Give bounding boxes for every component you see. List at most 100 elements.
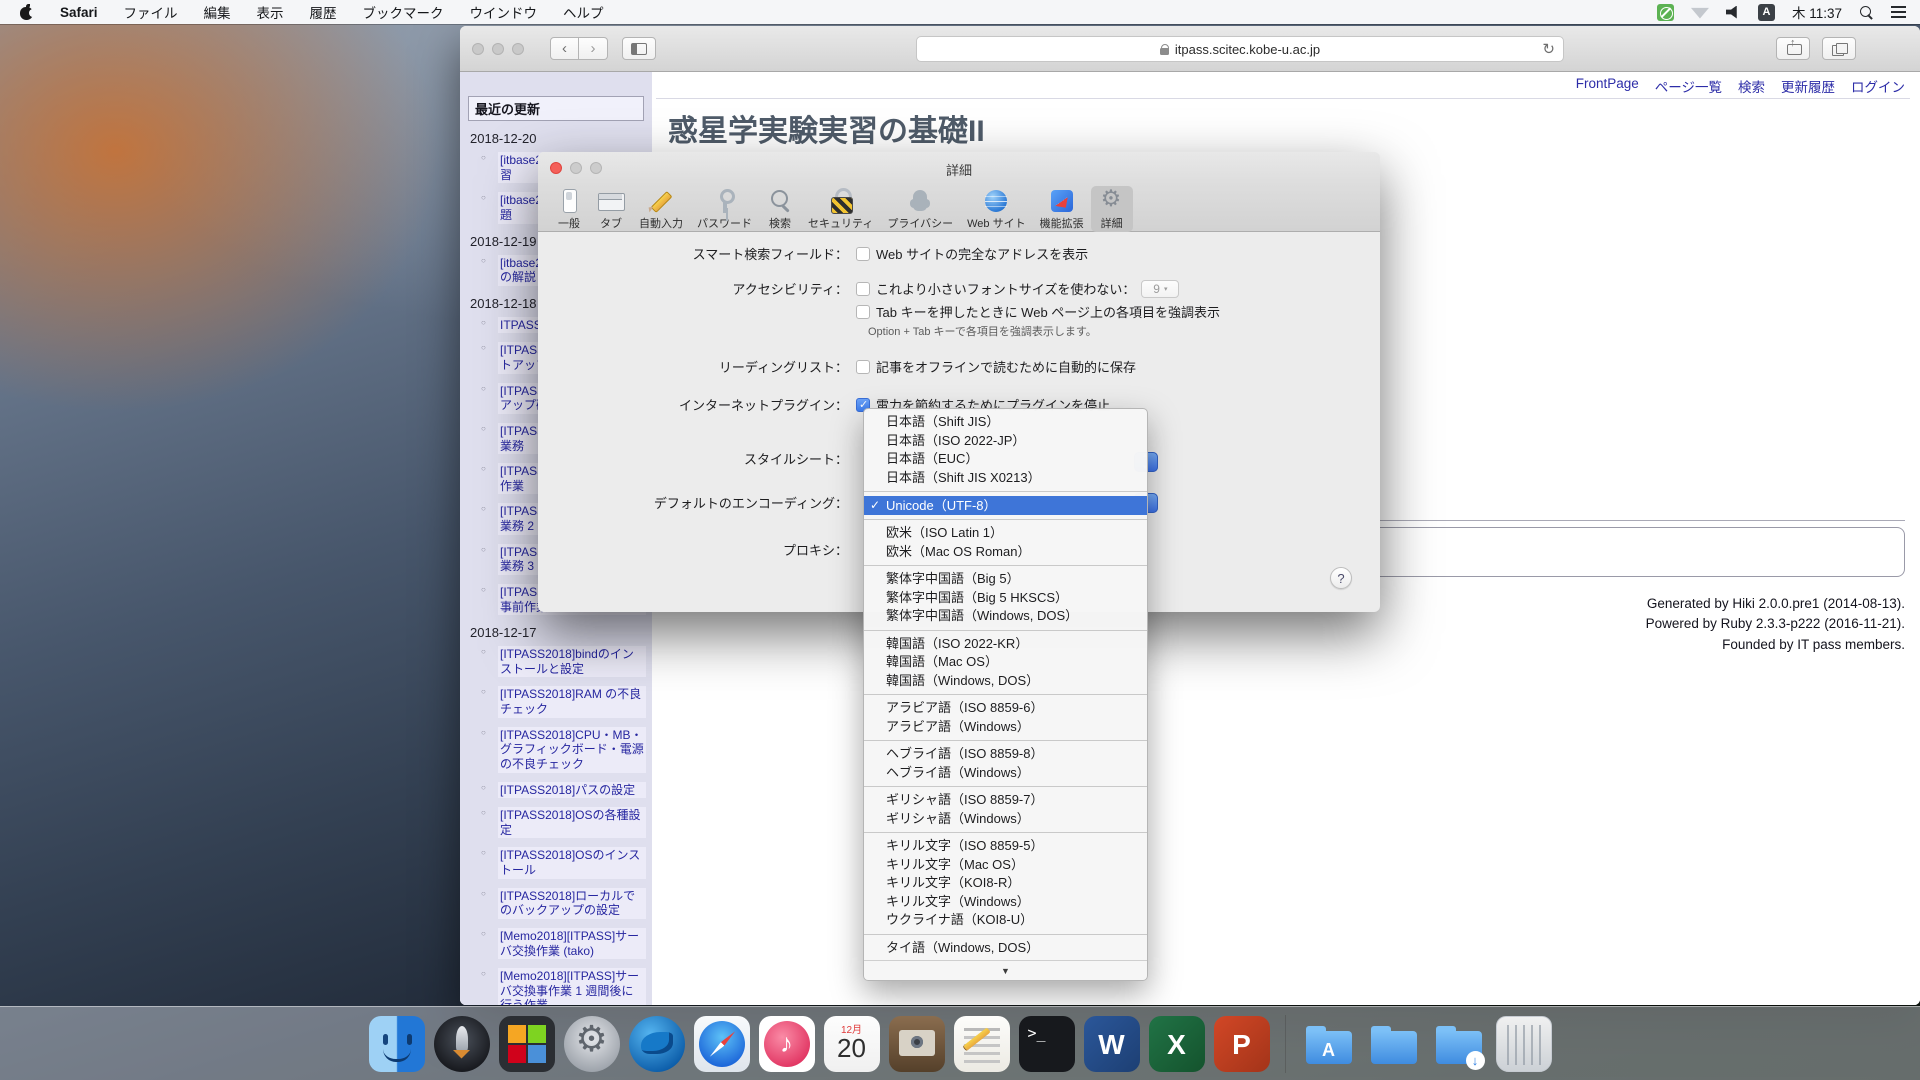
- address-bar[interactable]: itpass.scitec.kobe-u.ac.jp ↻: [916, 36, 1564, 62]
- encoding-option[interactable]: 韓国語（ISO 2022-KR）: [864, 635, 1147, 654]
- dock-icon-terminal[interactable]: >_: [1019, 1016, 1075, 1072]
- dock-icon-trash[interactable]: [1496, 1016, 1552, 1072]
- encoding-option[interactable]: [864, 565, 1147, 566]
- sidebar-link[interactable]: [ITPASS2018]RAM の不良チェック: [498, 686, 646, 717]
- sidebar-link[interactable]: [Memo2018][ITPASS]サーバ交換作業 (tako): [498, 928, 646, 959]
- dock-icon-safari[interactable]: [694, 1016, 750, 1072]
- zoom-button[interactable]: [512, 43, 524, 55]
- encoding-option[interactable]: キリル文字（KOI8-R）: [864, 874, 1147, 893]
- dock-icon-word[interactable]: W: [1084, 1016, 1140, 1072]
- menubar-menu-item[interactable]: ファイル: [124, 2, 178, 22]
- dock-icon-itunes[interactable]: [759, 1016, 815, 1072]
- encoding-option[interactable]: [864, 740, 1147, 741]
- font-size-select[interactable]: 9▾: [1141, 280, 1179, 298]
- encoding-option[interactable]: ✓ Unicode（UTF-8）: [864, 496, 1147, 515]
- webpage-nav-link[interactable]: 更新履歴: [1781, 76, 1835, 96]
- apple-menu-icon[interactable]: [20, 4, 34, 20]
- menubar-clock[interactable]: 木 11:37: [1792, 2, 1842, 22]
- dock-icon-excel[interactable]: X: [1149, 1016, 1205, 1072]
- encoding-option[interactable]: アラビア語（Windows）: [864, 718, 1147, 737]
- encoding-option[interactable]: 日本語（EUC）: [864, 450, 1147, 469]
- menubar-menu-item[interactable]: 表示: [257, 2, 284, 22]
- sidebar-link[interactable]: [Memo2018][ITPASS]サーバ交換事作業 1 週間後に行う作業: [498, 968, 646, 1005]
- prefs-tab-extensions[interactable]: 機能拡張: [1033, 186, 1091, 232]
- encoding-option[interactable]: 韓国語（Windows, DOS）: [864, 672, 1147, 691]
- sidebar-link[interactable]: [ITPASS2018]ローカルでのバックアップの設定: [498, 888, 646, 919]
- sidebar-link[interactable]: [ITPASS2018]bindのインストールと設定: [498, 646, 646, 677]
- prefs-tab-autofill[interactable]: 自動入力: [632, 186, 690, 232]
- close-button[interactable]: [472, 43, 484, 55]
- encoding-option[interactable]: [864, 832, 1147, 833]
- encoding-option[interactable]: [864, 694, 1147, 695]
- forward-button[interactable]: ›: [579, 37, 608, 60]
- dock-icon-thunderbird[interactable]: [629, 1016, 685, 1072]
- tab-overview-button[interactable]: [1822, 37, 1856, 60]
- notification-center-icon[interactable]: [1891, 6, 1906, 18]
- encoding-option[interactable]: ヘブライ語（Windows）: [864, 764, 1147, 783]
- encoding-option[interactable]: [864, 630, 1147, 631]
- encoding-option[interactable]: 繁体字中国語（Windows, DOS）: [864, 607, 1147, 626]
- minimize-button[interactable]: [492, 43, 504, 55]
- min-font-size-checkbox[interactable]: [856, 282, 870, 296]
- sidebar-link[interactable]: [ITPASS2018]CPU・MB・グラフィックボード・電源の不良チェック: [498, 727, 646, 773]
- webpage-nav-link[interactable]: FrontPage: [1576, 76, 1639, 96]
- sidebar-link[interactable]: [ITPASS2018]OSのインストール: [498, 847, 646, 878]
- dock-icon[interactable]: [1285, 1015, 1286, 1073]
- encoding-option[interactable]: ギリシャ語（Windows）: [864, 810, 1147, 829]
- encoding-option[interactable]: 繁体字中国語（Big 5 HKSCS）: [864, 589, 1147, 608]
- reload-icon[interactable]: ↻: [1542, 40, 1555, 58]
- back-button[interactable]: ‹: [550, 37, 579, 60]
- prefs-tab-websites[interactable]: Web サイト: [960, 186, 1032, 232]
- prefs-tab-search[interactable]: 検索: [759, 186, 801, 232]
- prefs-tab-advanced[interactable]: 詳細: [1091, 186, 1133, 232]
- input-source-icon[interactable]: A: [1758, 4, 1775, 21]
- dock-icon-folder-downloads[interactable]: ↓: [1431, 1016, 1487, 1072]
- encoding-option[interactable]: 日本語（Shift JIS）: [864, 413, 1147, 432]
- prefs-tab-security[interactable]: セキュリティ: [801, 186, 880, 232]
- encoding-option[interactable]: 欧米（Mac OS Roman）: [864, 543, 1147, 562]
- encoding-option[interactable]: 繁体字中国語（Big 5）: [864, 570, 1147, 589]
- encoding-option[interactable]: キリル文字（Windows）: [864, 893, 1147, 912]
- help-button[interactable]: ?: [1330, 567, 1352, 589]
- prefs-tab-general[interactable]: 一般: [548, 186, 590, 232]
- volume-icon[interactable]: [1726, 6, 1741, 19]
- sidebar-toggle-button[interactable]: [622, 37, 656, 60]
- webpage-nav-link[interactable]: ページ一覧: [1655, 76, 1722, 96]
- wifi-icon[interactable]: [1691, 6, 1709, 19]
- share-button[interactable]: [1776, 37, 1810, 60]
- menubar-menu-item[interactable]: 編集: [204, 2, 231, 22]
- prefs-tab-privacy[interactable]: プライバシー: [880, 186, 960, 232]
- menubar-menu-item[interactable]: 履歴: [310, 2, 337, 22]
- encoding-option[interactable]: アラビア語（ISO 8859-6）: [864, 699, 1147, 718]
- dock-icon-launchpad[interactable]: [434, 1016, 490, 1072]
- dock-icon-app-grid[interactable]: [499, 1016, 555, 1072]
- menubar-menu-item[interactable]: ウインドウ: [470, 2, 538, 22]
- dock-icon-powerpoint[interactable]: P: [1214, 1016, 1270, 1072]
- tab-highlight-checkbox[interactable]: [856, 305, 870, 319]
- dock-icon-photos[interactable]: [889, 1016, 945, 1072]
- encoding-option[interactable]: 欧米（ISO Latin 1）: [864, 524, 1147, 543]
- encoding-option[interactable]: [864, 934, 1147, 935]
- dock-icon-folder-documents[interactable]: [1366, 1016, 1422, 1072]
- encoding-option[interactable]: [864, 519, 1147, 520]
- encoding-option[interactable]: ヘブライ語（ISO 8859-8）: [864, 745, 1147, 764]
- dock-icon-system-preferences[interactable]: [564, 1016, 620, 1072]
- offline-save-checkbox[interactable]: [856, 360, 870, 374]
- encoding-option[interactable]: ギリシャ語（ISO 8859-7）: [864, 791, 1147, 810]
- sidebar-link[interactable]: [ITPASS2018]パスの設定: [498, 782, 646, 799]
- encoding-option[interactable]: 日本語（Shift JIS X0213）: [864, 469, 1147, 488]
- prefs-tab-tabs[interactable]: タブ: [590, 186, 632, 232]
- webpage-nav-link[interactable]: ログイン: [1851, 76, 1905, 96]
- encoding-option[interactable]: [864, 786, 1147, 787]
- encoding-option[interactable]: 韓国語（Mac OS）: [864, 653, 1147, 672]
- encoding-option[interactable]: 日本語（ISO 2022-JP）: [864, 432, 1147, 451]
- encoding-option[interactable]: タイ語（Windows, DOS）: [864, 939, 1147, 958]
- encoding-option[interactable]: キリル文字（ISO 8859-5）: [864, 837, 1147, 856]
- prefs-titlebar[interactable]: 詳細: [538, 152, 1380, 184]
- dock-icon-calendar[interactable]: 12月 20: [824, 1016, 880, 1072]
- sidebar-link[interactable]: [ITPASS2018]OSの各種設定: [498, 807, 646, 838]
- dock-icon-finder[interactable]: [369, 1016, 425, 1072]
- encoding-option[interactable]: ▼: [864, 960, 1147, 976]
- prefs-tab-passwords[interactable]: パスワード: [690, 186, 759, 232]
- show-full-address-checkbox[interactable]: [856, 247, 870, 261]
